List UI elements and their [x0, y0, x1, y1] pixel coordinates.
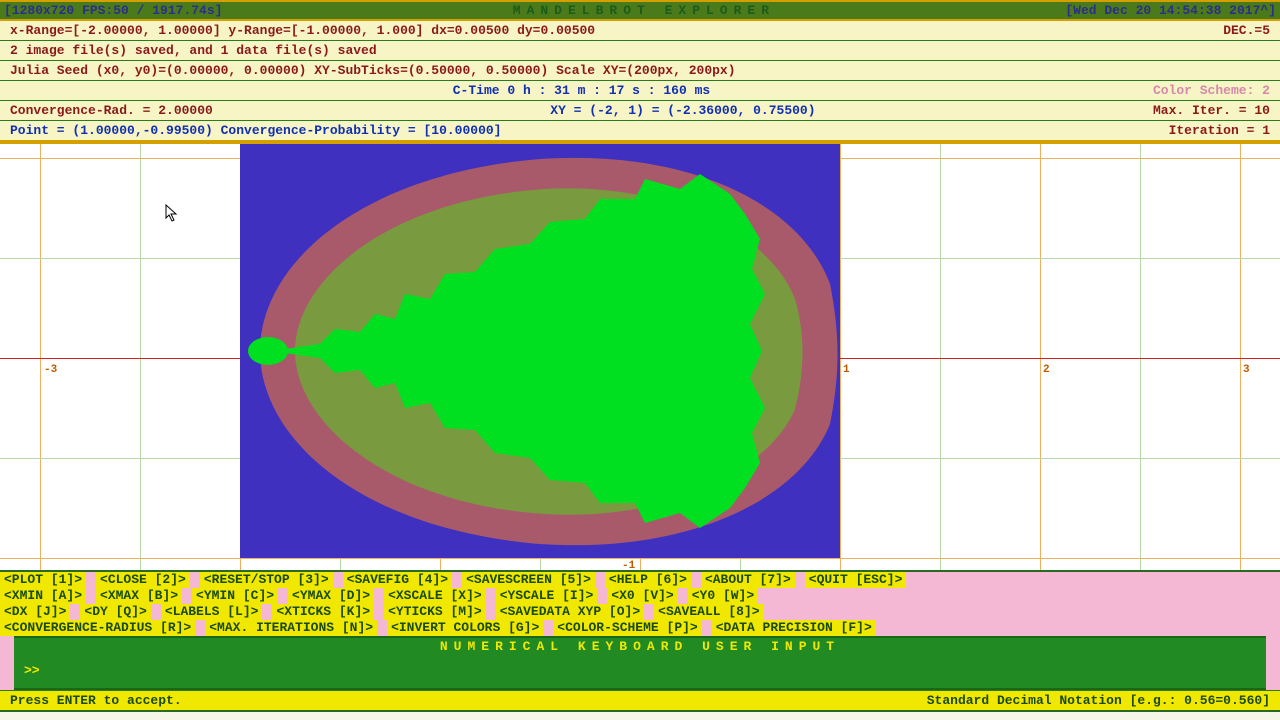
menu-r3-5[interactable]: <SAVEDATA XYP [O]> — [496, 604, 644, 620]
compute-time: C-Time 0 h : 31 m : 17 s : 160 ms — [453, 83, 710, 98]
menu-r1-6[interactable]: <ABOUT [7]> — [701, 572, 795, 588]
input-header: NUMERICAL KEYBOARD USER INPUT — [14, 638, 1266, 655]
menu-r3-3[interactable]: <XTICKS [K]> — [272, 604, 374, 620]
menu-r2-0[interactable]: <XMIN [A]> — [0, 588, 86, 604]
menu-r3-1[interactable]: <DY [Q]> — [80, 604, 150, 620]
xtick-3: 3 — [1243, 364, 1250, 376]
menu-r3-6[interactable]: <SAVEALL [8]> — [654, 604, 763, 620]
menu-r1-1[interactable]: <CLOSE [2]> — [96, 572, 190, 588]
menu-r2-1[interactable]: <XMAX [B]> — [96, 588, 182, 604]
menu-r4-3[interactable]: <COLOR-SCHEME [P]> — [553, 620, 701, 636]
menu-r1-4[interactable]: <SAVESCREEN [5]> — [462, 572, 595, 588]
window-header: [1280x720 FPS:50 / 1917.74s] MANDELBROT … — [0, 0, 1280, 21]
save-status: 2 image file(s) saved, and 1 data file(s… — [10, 43, 377, 58]
numeric-input-panel: NUMERICAL KEYBOARD USER INPUT >> — [14, 636, 1266, 690]
menu-r1-3[interactable]: <SAVEFIG [4]> — [343, 572, 452, 588]
menu-r1-7[interactable]: <QUIT [ESC]> — [805, 572, 907, 588]
ytick-neg1: -1 — [622, 560, 635, 572]
menu-r4-4[interactable]: <DATA PRECISION [F]> — [712, 620, 876, 636]
plot-canvas[interactable]: -3 1 2 3 -1 — [0, 142, 1280, 570]
menu-r4-2[interactable]: <INVERT COLORS [G]> — [387, 620, 543, 636]
menu-r3-0[interactable]: <DX [J]> — [0, 604, 70, 620]
menu-r1-0[interactable]: <PLOT [1]> — [0, 572, 86, 588]
menu-r2-4[interactable]: <XSCALE [X]> — [384, 588, 486, 604]
menu-r2-5[interactable]: <YSCALE [I]> — [496, 588, 598, 604]
xtick-1: 1 — [843, 364, 850, 376]
mandelbrot-image — [240, 144, 840, 558]
command-menu: <PLOT [1]> <CLOSE [2]> <RESET/STOP [3]> <SA… — [0, 570, 1280, 712]
iteration-count: Iteration = 1 — [1169, 123, 1270, 138]
decimal-precision: DEC.=5 — [1223, 23, 1270, 38]
xtick-neg3: -3 — [44, 364, 57, 376]
xy-coords: XY = (-2, 1) = (-2.36000, 0.75500) — [550, 103, 815, 118]
notation-hint: Standard Decimal Notation [e.g.: 0.56=0.… — [927, 693, 1270, 708]
menu-r2-7[interactable]: <Y0 [W]> — [688, 588, 758, 604]
color-scheme: Color Scheme: 2 — [1153, 83, 1270, 98]
enter-hint: Press ENTER to accept. — [10, 693, 182, 708]
ctime-row: C-Time 0 h : 31 m : 17 s : 160 ms Color … — [0, 81, 1280, 101]
menu-r1-5[interactable]: <HELP [6]> — [605, 572, 691, 588]
convergence-radius: Convergence-Rad. = 2.00000 — [10, 103, 213, 118]
numeric-input[interactable] — [46, 663, 1256, 678]
menu-r4-1[interactable]: <MAX. ITERATIONS [N]> — [205, 620, 377, 636]
range-info-row: x-Range=[-2.00000, 1.00000] y-Range=[-1.… — [0, 21, 1280, 41]
point-row: Point = (1.00000,-0.99500) Convergence-P… — [0, 121, 1280, 142]
app-title: MANDELBROT EXPLORER — [513, 3, 775, 18]
menu-r4-0[interactable]: <CONVERGENCE-RADIUS [R]> — [0, 620, 195, 636]
menu-r1-2[interactable]: <RESET/STOP [3]> — [200, 572, 333, 588]
datetime: [Wed Dec 20 14:54:38 2017^] — [1065, 3, 1276, 18]
xtick-2: 2 — [1043, 364, 1050, 376]
cursor-icon — [165, 204, 179, 226]
menu-r3-4[interactable]: <YTICKS [M]> — [384, 604, 486, 620]
menu-r2-2[interactable]: <YMIN [C]> — [192, 588, 278, 604]
prompt-symbol: >> — [24, 663, 40, 678]
menu-r2-6[interactable]: <X0 [V]> — [607, 588, 677, 604]
julia-seed: Julia Seed (x0, y0)=(0.00000, 0.00000) X… — [10, 63, 736, 78]
julia-seed-row: Julia Seed (x0, y0)=(0.00000, 0.00000) X… — [0, 61, 1280, 81]
menu-r3-2[interactable]: <LABELS [L]> — [161, 604, 263, 620]
conv-xy-row: Convergence-Rad. = 2.00000 XY = (-2, 1) … — [0, 101, 1280, 121]
point-conv-prob: Point = (1.00000,-0.99500) Convergence-P… — [10, 123, 501, 138]
max-iterations: Max. Iter. = 10 — [1153, 103, 1270, 118]
resolution-fps: [1280x720 FPS:50 / 1917.74s] — [4, 3, 222, 18]
xy-range: x-Range=[-2.00000, 1.00000] y-Range=[-1.… — [10, 23, 595, 38]
save-status-row: 2 image file(s) saved, and 1 data file(s… — [0, 41, 1280, 61]
status-bar: Press ENTER to accept. Standard Decimal … — [0, 690, 1280, 710]
menu-r2-3[interactable]: <YMAX [D]> — [288, 588, 374, 604]
